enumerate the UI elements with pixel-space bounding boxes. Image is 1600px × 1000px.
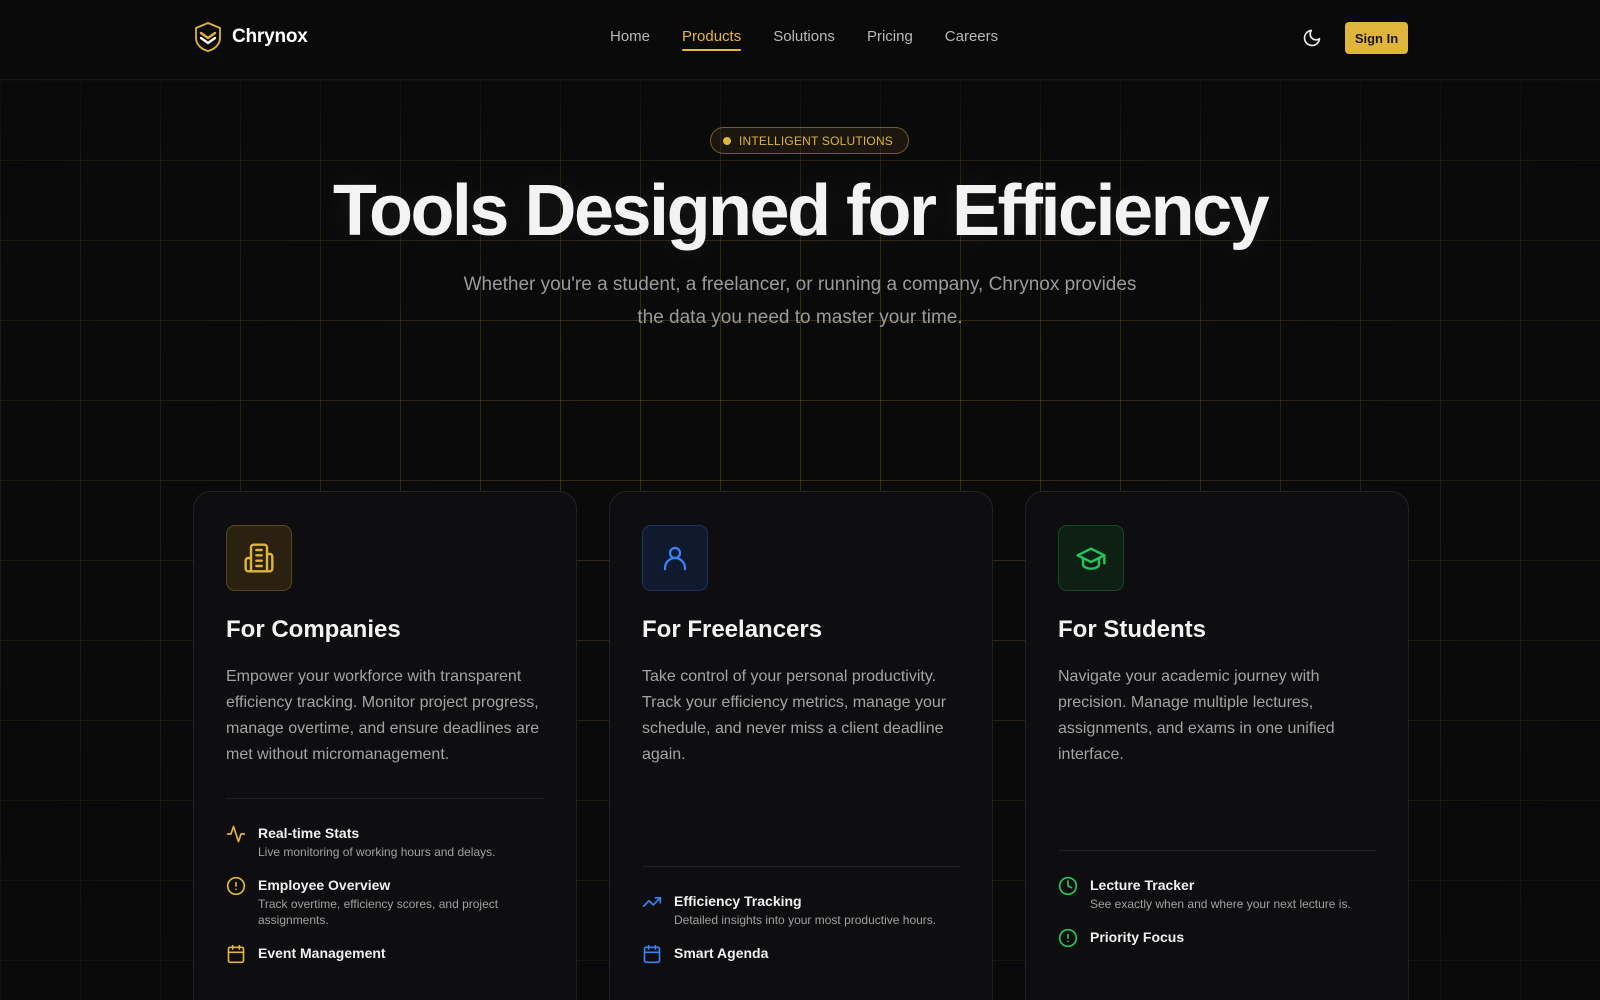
feature-title: Event Management — [258, 945, 386, 961]
moon-icon — [1303, 29, 1321, 47]
card-freelancers: For Freelancers Take control of your per… — [609, 491, 993, 1000]
alert-circle-icon — [1058, 928, 1078, 948]
card-divider — [1058, 850, 1376, 851]
feature-description: Detailed insights into your most product… — [674, 913, 937, 927]
calendar-icon — [227, 944, 245, 964]
feature-title: Real-time Stats — [258, 825, 360, 841]
nav-link-home[interactable]: Home — [610, 28, 650, 51]
main-nav: Home Products Solutions Pricing Careers — [610, 28, 1030, 51]
chrynox-logo-icon — [195, 22, 221, 52]
brand-name: Chrynox — [232, 26, 308, 47]
alert-circle-icon — [226, 876, 246, 896]
nav-link-solutions[interactable]: Solutions — [773, 28, 835, 51]
hero-subtitle: Whether you're a student, a freelancer, … — [450, 268, 1150, 334]
hero-subtitle-line1: Whether you're a student, a freelancer, … — [463, 274, 1137, 295]
nav-link-pricing[interactable]: Pricing — [867, 28, 913, 51]
user-icon — [663, 546, 687, 571]
calendar-icon — [643, 944, 661, 964]
sign-in-button[interactable]: Sign In — [1345, 22, 1408, 54]
card-title: For Students — [1058, 616, 1206, 643]
badge-dot-icon — [723, 136, 731, 145]
nav-link-careers[interactable]: Careers — [945, 28, 998, 51]
theme-toggle-button[interactable] — [1300, 26, 1324, 50]
badge-label: INTELLIGENT SOLUTIONS — [739, 133, 894, 148]
feature-title: Efficiency Tracking — [674, 893, 802, 909]
card-description: Take control of your personal productivi… — [642, 668, 947, 763]
card-icon-container — [642, 525, 708, 591]
feature-efficiency-tracking: Efficiency Tracking Detailed insights in… — [642, 892, 964, 928]
feature-real-time-stats: Real-time Stats Live monitoring of worki… — [226, 824, 548, 860]
feature-description: Track overtime, efficiency scores, and p… — [258, 897, 499, 927]
clock-icon — [1058, 876, 1078, 896]
trending-up-icon — [642, 897, 662, 907]
card-companies: For Companies Empower your workforce wit… — [193, 491, 577, 1000]
card-description: Empower your workforce with transparent … — [226, 668, 540, 763]
building-icon — [244, 543, 274, 573]
feature-description: See exactly when and where your next lec… — [1090, 897, 1351, 911]
hero-title: Tools Designed for Efficiency — [332, 171, 1270, 251]
hero-subtitle-line2: the data you need to master your time. — [637, 307, 963, 328]
card-icon-container — [226, 525, 292, 591]
feature-title: Priority Focus — [1090, 929, 1185, 945]
card-students: For Students Navigate your academic jour… — [1025, 491, 1409, 1000]
card-divider — [226, 798, 544, 799]
graduation-cap-icon — [1076, 547, 1106, 570]
card-title: For Companies — [226, 616, 401, 643]
feature-title: Smart Agenda — [674, 945, 769, 961]
feature-event-management: Event Management — [226, 944, 548, 964]
top-navbar: Chrynox Home Products Solutions Pricing … — [0, 0, 1600, 80]
card-divider — [642, 866, 960, 867]
feature-description: Live monitoring of working hours and del… — [258, 845, 496, 859]
nav-link-products[interactable]: Products — [682, 28, 742, 51]
feature-lecture-tracker: Lecture Tracker See exactly when and whe… — [1058, 876, 1380, 912]
activity-icon — [226, 825, 246, 843]
hero-badge: INTELLIGENT SOLUTIONS — [710, 127, 910, 154]
card-title: For Freelancers — [642, 616, 823, 643]
feature-employee-overview: Employee Overview Track overtime, effici… — [226, 876, 548, 928]
feature-title: Employee Overview — [258, 877, 391, 893]
feature-smart-agenda: Smart Agenda — [642, 944, 964, 964]
feature-title: Lecture Tracker — [1090, 877, 1195, 893]
brand[interactable]: Chrynox — [194, 22, 308, 52]
card-icon-container — [1058, 525, 1124, 591]
feature-priority-focus: Priority Focus — [1058, 928, 1380, 948]
card-description: Navigate your academic journey with prec… — [1058, 668, 1335, 763]
